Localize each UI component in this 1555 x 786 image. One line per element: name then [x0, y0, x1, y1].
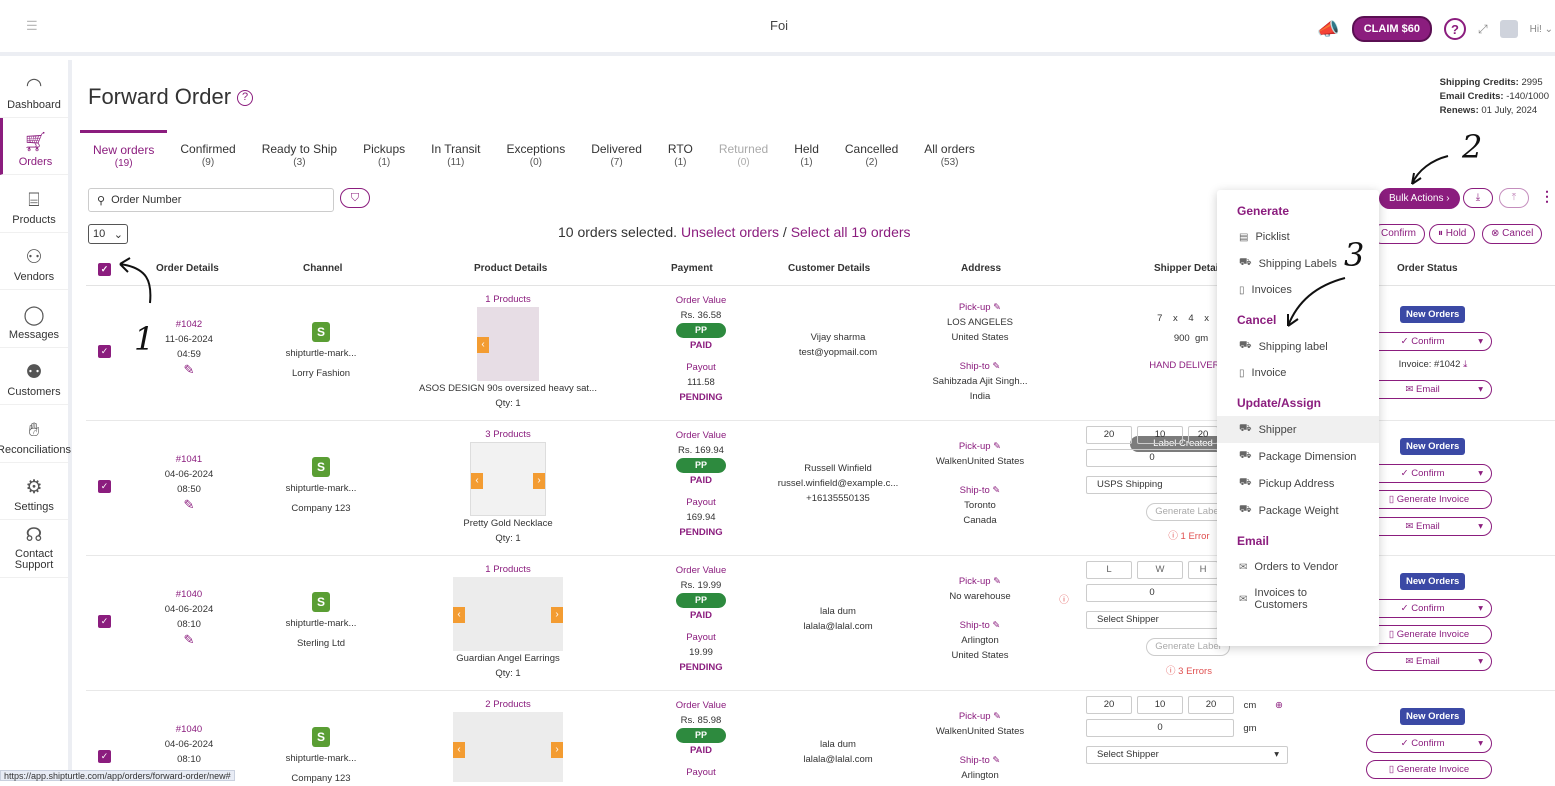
annotation-number-2: 2 [1462, 128, 1483, 166]
status-bar-url: https://app.shipturtle.com/app/orders/fo… [0, 770, 235, 781]
annotation-number-3: 3 [1344, 236, 1365, 274]
annotation-arrows [119, 155, 1449, 327]
annotation-number-1: 1 [134, 320, 155, 358]
